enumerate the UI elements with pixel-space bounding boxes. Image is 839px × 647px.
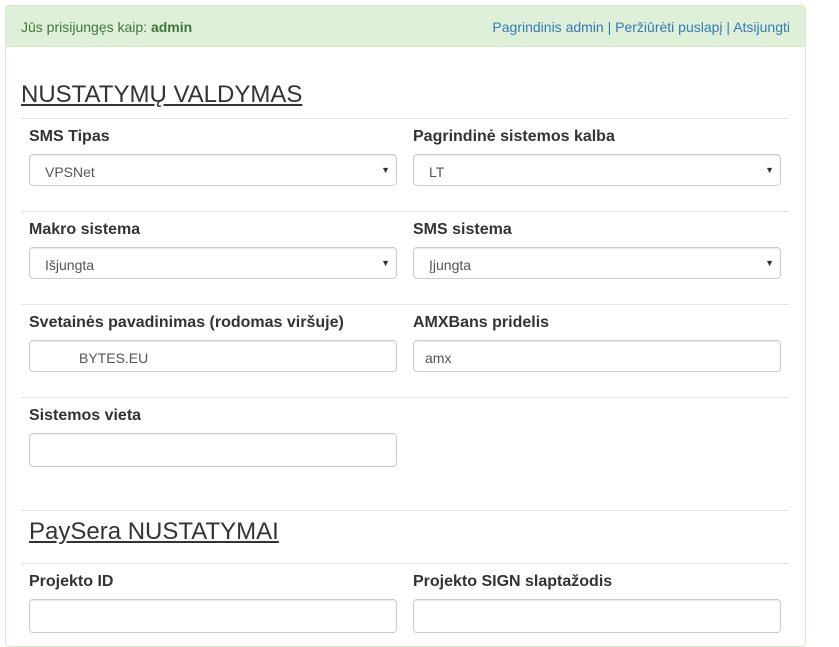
divider (21, 211, 789, 212)
chevron-down-icon: ▼ (765, 258, 774, 268)
nav-separator: | (607, 19, 612, 35)
project-sign-input[interactable] (413, 599, 781, 633)
username: admin (150, 19, 193, 35)
amxbans-prefix-input[interactable]: amx (413, 340, 781, 372)
login-bar: Jūs prisijungęs kaip: admin Pagrindinis … (6, 6, 805, 47)
divider (21, 563, 789, 564)
chevron-down-icon: ▼ (381, 165, 390, 175)
divider (21, 397, 789, 398)
macro-system-select[interactable]: Išjungta ▼ (29, 247, 397, 279)
admin-nav: Pagrindinis admin | Peržiūrėti puslapį |… (492, 19, 790, 35)
sms-system-label: SMS sistema (413, 221, 512, 238)
project-id-label: Projekto ID (29, 573, 114, 590)
sms-system-select[interactable]: Įjungta ▼ (413, 247, 781, 279)
divider (21, 510, 789, 511)
sms-type-select[interactable]: VPSNet ▼ (29, 154, 397, 186)
login-status: Jūs prisijungęs kaip: admin (21, 19, 193, 35)
main-language-select[interactable]: LT ▼ (413, 154, 781, 186)
system-location-label: Sistemos vieta (29, 407, 142, 424)
main-admin-link[interactable]: Pagrindinis admin (492, 19, 603, 35)
paysera-title: PaySera NUSTATYMAI (29, 518, 279, 545)
site-name-label: Svetainės pavadinimas (rodomas viršuje) (29, 314, 344, 331)
site-name-input[interactable]: BYTES.EU (29, 340, 397, 372)
sms-type-label: SMS Tipas (29, 128, 110, 145)
amxbans-prefix-label: AMXBans pridelis (413, 314, 550, 331)
divider (21, 118, 789, 119)
project-sign-label: Projekto SIGN slaptažodis (413, 573, 613, 590)
logout-link[interactable]: Atsijungti (733, 19, 790, 35)
divider (21, 304, 789, 305)
view-page-link[interactable]: Peržiūrėti puslapį (615, 19, 722, 35)
macro-system-label: Makro sistema (29, 221, 141, 238)
settings-title: NUSTATYMŲ VALDYMAS (21, 81, 303, 108)
chevron-down-icon: ▼ (381, 258, 390, 268)
main-language-label: Pagrindinė sistemos kalba (413, 128, 615, 145)
project-id-input[interactable] (29, 599, 397, 633)
chevron-down-icon: ▼ (765, 165, 774, 175)
nav-separator: | (726, 19, 731, 35)
system-location-input[interactable] (29, 433, 397, 467)
